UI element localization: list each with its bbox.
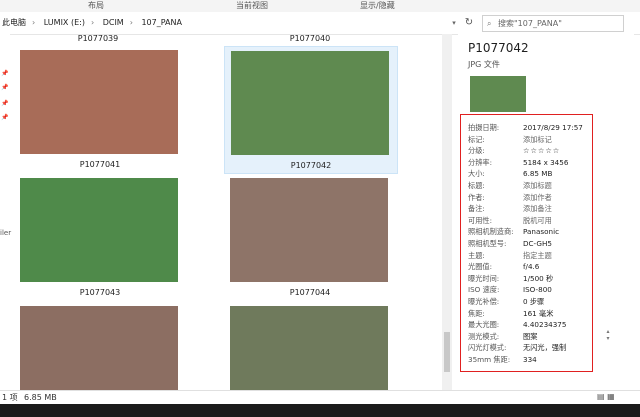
- property-value: 无闪光，强制: [523, 343, 567, 353]
- chevron-right-icon: ›: [32, 18, 36, 27]
- pin-icon: 📌: [1, 100, 9, 107]
- property-value[interactable]: 指定主题: [523, 251, 552, 260]
- address-dropdown-icon[interactable]: ▾: [448, 15, 460, 31]
- chevron-right-icon: ›: [129, 18, 133, 27]
- property-key: 可用性:: [468, 215, 492, 225]
- property-key: 焦距:: [468, 308, 485, 318]
- file-caption-prev: P1077039: [77, 34, 119, 43]
- status-selection-size: 6.85 MB: [24, 393, 57, 402]
- property-value[interactable]: 添加标记: [523, 135, 552, 144]
- property-value: 图案: [523, 331, 538, 341]
- file-item[interactable]: P1077041: [14, 46, 186, 172]
- property-value[interactable]: 脱机可用: [523, 216, 552, 225]
- photo-thumbnail: [20, 178, 178, 282]
- file-item[interactable]: P1077043: [14, 176, 186, 302]
- property-key: 测光模式:: [468, 331, 500, 341]
- property-value: ISO-800: [523, 285, 552, 295]
- property-key: 作者:: [468, 192, 485, 202]
- breadcrumb-this-pc[interactable]: 此电脑: [2, 18, 26, 27]
- property-value: 1/500 秒: [523, 273, 554, 283]
- property-value: 2017/8/29 17:57: [523, 123, 583, 132]
- navigation-pane: 📌 📌 📌 📌 iler: [0, 34, 11, 390]
- search-input[interactable]: ⌕ 搜索"107_PANA": [482, 15, 624, 32]
- property-value[interactable]: 添加标题: [523, 181, 552, 190]
- file-caption-prev: P1077040: [289, 34, 331, 43]
- breadcrumb-folder[interactable]: 107_PANA: [141, 18, 182, 27]
- breadcrumb[interactable]: 此电脑 › LUMIX (E:) › DCIM › 107_PANA: [2, 15, 442, 31]
- ribbon-current-view-tab[interactable]: 当前视图: [236, 0, 268, 12]
- chevron-right-icon: ›: [90, 18, 95, 27]
- property-key: 主题:: [468, 250, 485, 260]
- details-file-type: JPG 文件: [468, 60, 500, 69]
- nav-item-truncated[interactable]: iler: [0, 229, 11, 237]
- details-pane: P1077042 JPG 文件 拍摄日期: 2017/8/29 17:57 标记: 添…: [458, 34, 634, 390]
- details-scroll-arrows[interactable]: ▴ ▾: [604, 328, 612, 358]
- file-name: P1077044: [289, 288, 331, 297]
- search-placeholder: 搜索"107_PANA": [498, 19, 562, 28]
- view-toggle-icons[interactable]: ▤ ▦: [597, 390, 615, 404]
- property-key: 分辨率:: [468, 157, 492, 167]
- grid-scrollbar[interactable]: [442, 34, 452, 390]
- photo-thumbnail: [230, 178, 388, 282]
- file-grid: P1077039 P1077040 P1077041 P1077042 P107…: [12, 34, 440, 390]
- property-value: DC-GH5: [523, 239, 552, 248]
- scrollbar-thumb[interactable]: [444, 332, 450, 372]
- photo-thumbnail: [230, 306, 388, 390]
- file-name: P1077042: [290, 161, 332, 170]
- property-key: 35mm 焦距:: [468, 355, 511, 364]
- pin-icon: 📌: [1, 84, 9, 91]
- property-key: 备注:: [468, 204, 485, 214]
- property-value[interactable]: 添加备注: [523, 204, 552, 213]
- property-key: 照相机制造商:: [468, 227, 514, 237]
- property-value: 6.85 MB: [523, 169, 553, 179]
- status-item-count: 1 项: [2, 393, 18, 402]
- photo-thumbnail: [20, 306, 178, 390]
- property-key: 标题:: [468, 181, 485, 190]
- pin-icon: 📌: [1, 70, 9, 77]
- property-key: 最大光圈:: [468, 320, 500, 330]
- status-bar: 1 项 6.85 MB: [0, 390, 640, 405]
- file-name: P1077041: [79, 160, 121, 169]
- property-key: 分级:: [468, 146, 485, 156]
- file-item-selected[interactable]: P1077042: [224, 46, 398, 174]
- property-value: 0 步骤: [523, 297, 545, 306]
- details-title: P1077042: [468, 41, 529, 55]
- property-value: 161 毫米: [523, 308, 554, 318]
- rating-stars[interactable]: ☆☆☆☆☆: [523, 146, 560, 155]
- breadcrumb-dcim[interactable]: DCIM: [103, 18, 124, 27]
- property-key: 照相机型号:: [468, 239, 507, 248]
- property-key: 曝光时间:: [468, 273, 500, 283]
- property-value: 334: [523, 355, 537, 364]
- file-item[interactable]: [14, 304, 186, 390]
- property-value: 5184 x 3456: [523, 157, 569, 167]
- property-key: ISO 速度:: [468, 285, 500, 295]
- photo-thumbnail: [20, 50, 178, 154]
- address-row: 此电脑 › LUMIX (E:) › DCIM › 107_PANA ▾ ↻ ⌕ 搜索…: [0, 12, 640, 35]
- pin-icon: 📌: [1, 114, 9, 121]
- property-key: 曝光补偿:: [468, 297, 500, 306]
- refresh-icon[interactable]: ↻: [462, 15, 476, 31]
- file-item[interactable]: [224, 304, 396, 390]
- property-value: f/4.6: [523, 262, 540, 272]
- property-key: 光圈值:: [468, 262, 492, 272]
- property-value[interactable]: 添加作者: [523, 193, 552, 202]
- ribbon-layout-tab[interactable]: 布局: [88, 0, 104, 12]
- property-value: Panasonic: [523, 227, 560, 237]
- file-name: P1077043: [79, 288, 121, 297]
- property-key: 闪光灯模式:: [468, 343, 507, 353]
- file-item[interactable]: P1077044: [224, 176, 396, 302]
- property-key: 拍摄日期:: [468, 123, 500, 132]
- search-icon: ⌕: [487, 19, 492, 28]
- photo-thumbnail: [231, 51, 389, 155]
- details-preview-thumbnail: [470, 76, 526, 112]
- breadcrumb-drive[interactable]: LUMIX (E:): [44, 18, 85, 27]
- taskbar: [0, 404, 640, 417]
- property-key: 大小:: [468, 169, 485, 179]
- ribbon-show-hide-tab[interactable]: 显示/隐藏: [360, 0, 395, 12]
- property-key: 标记:: [468, 134, 485, 144]
- property-value: 4.40234375: [523, 320, 567, 330]
